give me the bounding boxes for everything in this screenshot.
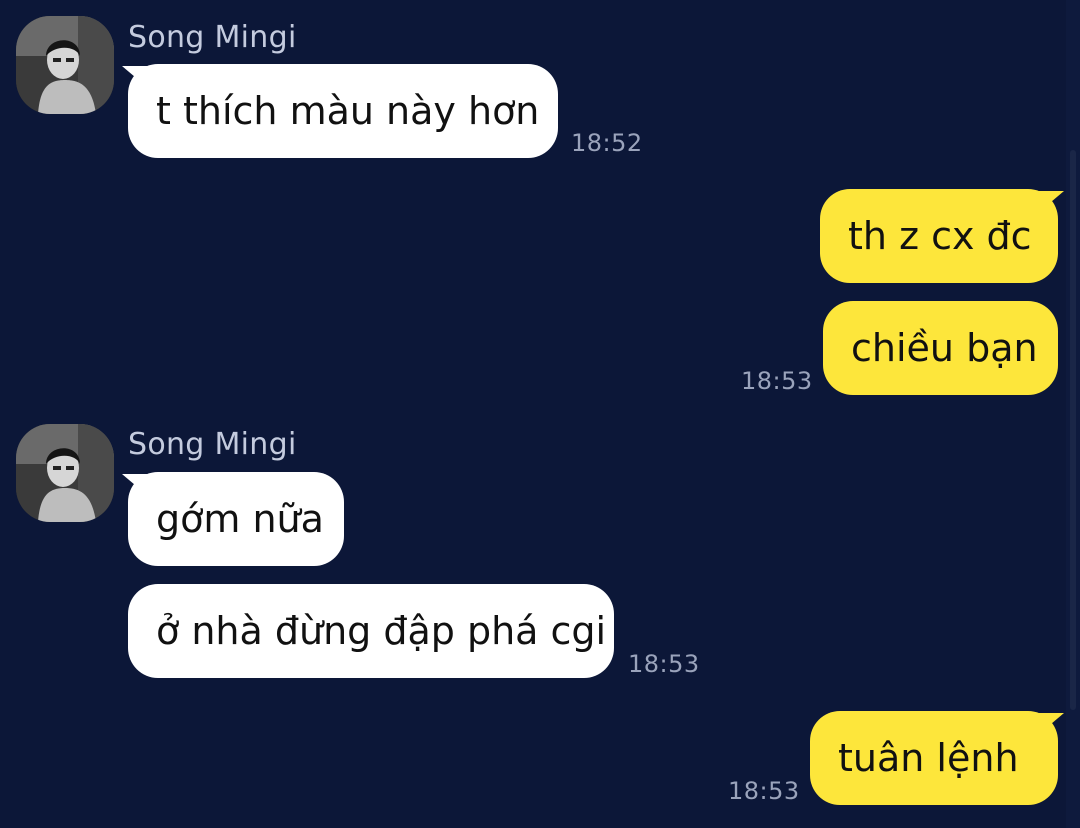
message-bubble-incoming[interactable]: t thích màu này hơn — [128, 64, 558, 158]
message-timestamp: 18:53 — [728, 777, 800, 805]
message-bubble-outgoing[interactable]: th z cx đc — [820, 189, 1058, 283]
message-bubble-incoming[interactable]: gớm nữa — [128, 472, 344, 566]
avatar[interactable] — [16, 16, 114, 114]
message-bubble-incoming[interactable]: ở nhà đừng đập phá cgi — [128, 584, 614, 678]
sender-name: Song Mingi — [128, 427, 297, 462]
sender-name: Song Mingi — [128, 20, 297, 55]
bubble-tail — [1038, 191, 1064, 213]
bubble-tail — [1038, 713, 1064, 735]
profile-photo-icon — [16, 16, 114, 114]
message-bubble-outgoing[interactable]: chiều bạn — [823, 301, 1058, 395]
message-timestamp: 18:53 — [741, 367, 813, 395]
message-timestamp: 18:52 — [571, 129, 643, 157]
profile-photo-icon — [16, 424, 114, 522]
scrollbar-thumb[interactable] — [1070, 150, 1076, 710]
avatar[interactable] — [16, 424, 114, 522]
message-timestamp: 18:53 — [628, 650, 700, 678]
scrollbar[interactable] — [1066, 0, 1080, 828]
message-bubble-outgoing[interactable]: tuân lệnh — [810, 711, 1058, 805]
